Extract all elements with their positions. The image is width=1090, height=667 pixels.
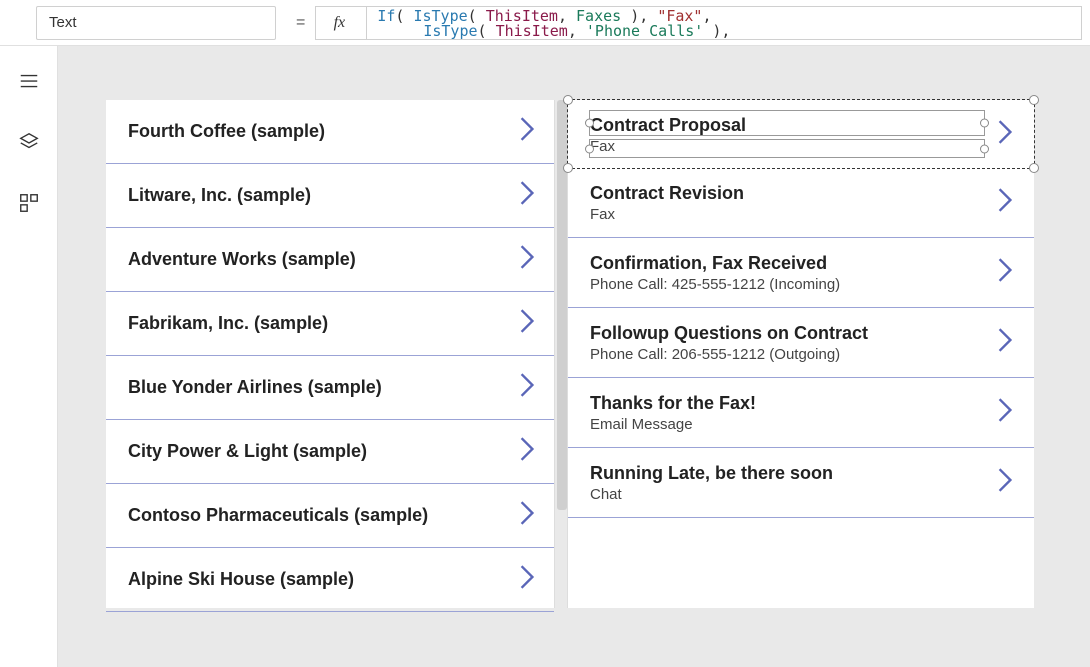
fx-button[interactable]: fx	[315, 6, 367, 40]
activity-row[interactable]: Contract Proposal Fax	[567, 99, 1035, 169]
activity-row[interactable]: Followup Questions on Contract Phone Cal…	[568, 308, 1034, 378]
chevron-right-icon	[518, 116, 536, 147]
account-name: City Power & Light (sample)	[128, 441, 367, 462]
hamburger-icon[interactable]	[18, 70, 40, 97]
activity-title: Running Late, be there soon	[590, 463, 833, 484]
chevron-right-icon	[996, 257, 1014, 288]
chevron-right-icon	[996, 187, 1014, 218]
account-row[interactable]: City Power & Light (sample)	[106, 420, 554, 484]
property-selector[interactable]: Text	[36, 6, 276, 40]
account-row[interactable]: Contoso Pharmaceuticals (sample)	[106, 484, 554, 548]
activity-row[interactable]: Contract Revision Fax	[568, 168, 1034, 238]
activity-title: Thanks for the Fax!	[590, 393, 756, 414]
fx-label: fx	[334, 14, 346, 32]
account-name: Alpine Ski House (sample)	[128, 569, 354, 590]
chevron-right-icon	[518, 436, 536, 467]
resize-handle[interactable]	[1029, 163, 1039, 173]
layers-icon[interactable]	[18, 131, 40, 158]
activity-subtitle: Phone Call: 206-555-1212 (Outgoing)	[590, 346, 868, 363]
resize-handle[interactable]	[585, 119, 594, 128]
activity-title: Followup Questions on Contract	[590, 323, 868, 344]
account-row[interactable]: Fourth Coffee (sample)	[106, 100, 554, 164]
activity-row[interactable]: Running Late, be there soon Chat	[568, 448, 1034, 518]
resize-handle[interactable]	[563, 95, 573, 105]
chevron-right-icon	[996, 397, 1014, 428]
activity-subtitle: Phone Call: 425-555-1212 (Incoming)	[590, 276, 840, 293]
scrollbar-thumb[interactable]	[557, 100, 567, 510]
activity-subtitle: Email Message	[590, 416, 756, 433]
account-row[interactable]: Adventure Works (sample)	[106, 228, 554, 292]
resize-handle[interactable]	[1029, 95, 1039, 105]
activity-subtitle: Fax	[590, 206, 744, 223]
resize-handle[interactable]	[585, 144, 594, 153]
property-selected-label: Text	[49, 14, 77, 31]
account-name: Fabrikam, Inc. (sample)	[128, 313, 328, 334]
chevron-right-icon	[996, 467, 1014, 498]
title-selection-box[interactable]	[589, 110, 985, 136]
chevron-right-icon	[518, 500, 536, 531]
account-row[interactable]: Litware, Inc. (sample)	[106, 164, 554, 228]
formula-toolbar: Text = fx If( IsType( ThisItem, Faxes ),…	[0, 0, 1090, 46]
account-name: Fourth Coffee (sample)	[128, 121, 325, 142]
activity-subtitle: Chat	[590, 486, 833, 503]
scrollbar[interactable]	[554, 100, 568, 608]
equals-sign: =	[296, 14, 305, 32]
account-name: Adventure Works (sample)	[128, 249, 356, 270]
activity-row[interactable]: Thanks for the Fax! Email Message	[568, 378, 1034, 448]
app-preview: Fourth Coffee (sample) Litware, Inc. (sa…	[106, 100, 1034, 608]
canvas-area: Fourth Coffee (sample) Litware, Inc. (sa…	[58, 46, 1090, 667]
activity-title: Confirmation, Fax Received	[590, 253, 840, 274]
account-name: Litware, Inc. (sample)	[128, 185, 311, 206]
account-row[interactable]: Alpine Ski House (sample)	[106, 548, 554, 612]
chevron-right-icon	[518, 244, 536, 275]
chevron-right-icon	[518, 372, 536, 403]
accounts-gallery[interactable]: Fourth Coffee (sample) Litware, Inc. (sa…	[106, 100, 554, 608]
account-row[interactable]: Blue Yonder Airlines (sample)	[106, 356, 554, 420]
chevron-right-icon	[996, 327, 1014, 358]
subtitle-selection-box[interactable]	[589, 139, 985, 158]
account-name: Contoso Pharmaceuticals (sample)	[128, 505, 428, 526]
resize-handle[interactable]	[563, 163, 573, 173]
left-nav-rail	[0, 46, 58, 667]
chevron-right-icon	[996, 119, 1014, 150]
activities-gallery[interactable]: Contract Proposal Fax Contract Revision …	[568, 100, 1034, 608]
account-name: Blue Yonder Airlines (sample)	[128, 377, 382, 398]
activity-title: Contract Revision	[590, 183, 744, 204]
chevron-right-icon	[518, 308, 536, 339]
apps-icon[interactable]	[18, 192, 40, 219]
formula-input[interactable]: If( IsType( ThisItem, Faxes ), "Fax",IsT…	[367, 6, 1082, 40]
chevron-right-icon	[518, 564, 536, 595]
activity-row[interactable]: Confirmation, Fax Received Phone Call: 4…	[568, 238, 1034, 308]
chevron-right-icon	[518, 180, 536, 211]
resize-handle[interactable]	[980, 144, 989, 153]
resize-handle[interactable]	[980, 119, 989, 128]
account-row[interactable]: Fabrikam, Inc. (sample)	[106, 292, 554, 356]
